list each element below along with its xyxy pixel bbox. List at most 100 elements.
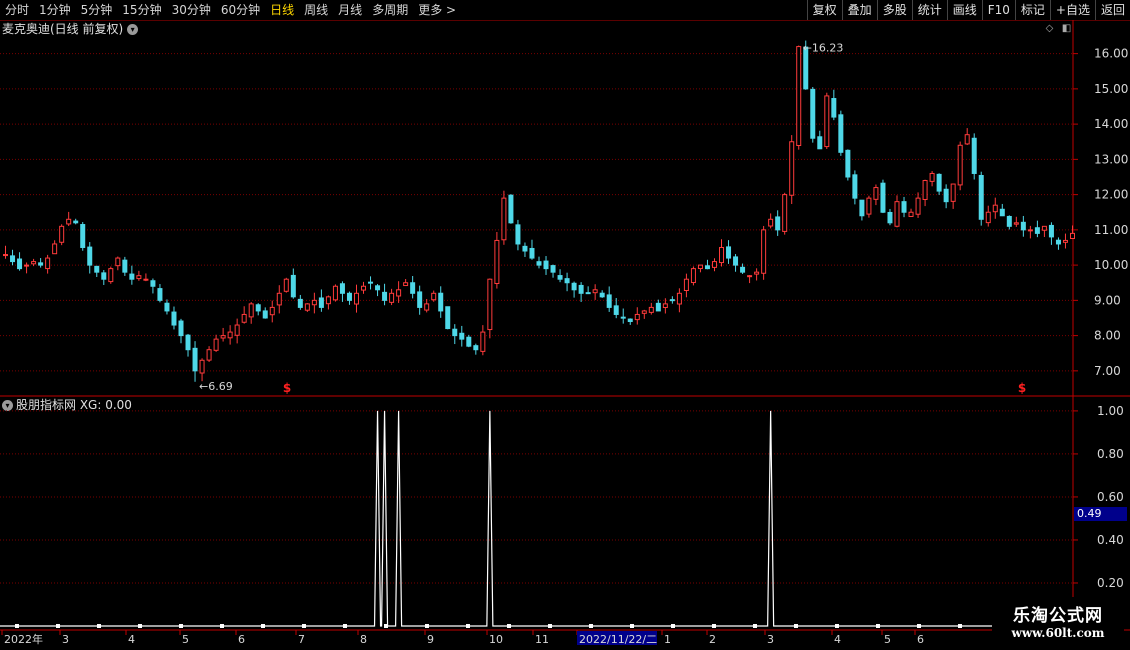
candle-body (775, 216, 781, 231)
indicator-line (0, 410, 1073, 627)
candle-body (276, 292, 282, 306)
price-tick-label: 12.00 (1094, 188, 1128, 202)
candle-body (31, 261, 37, 265)
candle-body (403, 282, 409, 287)
date-label: 8 (360, 633, 367, 646)
candle-body (690, 268, 696, 284)
dollar-marker: $ (1018, 381, 1026, 395)
candle-body (283, 278, 289, 292)
candle-body (157, 288, 163, 301)
candle-body (971, 137, 977, 174)
candle-body (704, 265, 710, 270)
date-label: 2022年 (4, 632, 43, 646)
indicator-baseline-dot (507, 624, 511, 628)
candle-body (339, 283, 345, 294)
candle-body (1034, 227, 1040, 234)
candle-body (311, 299, 317, 306)
indicator-baseline-dot (261, 624, 265, 628)
candle-body (136, 275, 142, 280)
candle-body (648, 306, 654, 313)
candle-body (676, 292, 682, 305)
candle-body (361, 285, 367, 291)
candle-body (711, 261, 717, 268)
candle-body (557, 275, 563, 280)
candle-body (859, 199, 865, 217)
candle-body (129, 273, 135, 280)
candle-body (353, 292, 359, 305)
date-label: 3 (62, 633, 69, 646)
candle-body (473, 345, 479, 351)
candle-body (838, 114, 844, 153)
candle-body (592, 289, 598, 294)
candle-body (964, 134, 970, 145)
candle-body (87, 246, 93, 266)
watermark-name: 乐淘公式网 (1013, 606, 1103, 626)
candle-body (683, 278, 689, 292)
candle-body (424, 303, 430, 311)
candle-body (66, 218, 72, 225)
candle-body (880, 182, 886, 213)
candle-body (571, 282, 577, 291)
candle-body (634, 313, 640, 321)
candle-body (564, 278, 570, 284)
date-label: 11 (535, 633, 549, 646)
indicator-series (0, 410, 1073, 628)
date-label: 6 (917, 633, 924, 646)
candle-body (389, 292, 395, 303)
candle-body (438, 292, 444, 312)
candle-body (262, 310, 268, 319)
candle-body (290, 274, 296, 298)
indicator-baseline-dot (220, 624, 224, 628)
price-tick-label: 9.00 (1094, 293, 1121, 307)
candle-body (52, 243, 58, 255)
candle-body (1020, 221, 1026, 231)
indicator-baseline-dot (384, 624, 388, 628)
indicator-baseline-dot (917, 624, 921, 628)
candle-body (108, 268, 114, 283)
candle-body (368, 281, 374, 284)
candle-body (641, 310, 647, 314)
candle-body (38, 262, 44, 266)
candle-body (59, 225, 65, 243)
price-tick-label: 14.00 (1094, 117, 1128, 131)
candle-body (943, 188, 949, 203)
indicator-baseline-dot (56, 624, 60, 628)
candle-body (150, 280, 156, 287)
chart-canvas[interactable]: 7.008.009.0010.0011.0012.0013.0014.0015.… (0, 0, 1130, 650)
indicator-baseline-dot (97, 624, 101, 628)
candle-body (824, 95, 830, 148)
date-label: 4 (128, 633, 135, 646)
indicator-tick-label: 1.00 (1097, 404, 1124, 418)
indicator-baseline-dot (138, 624, 142, 628)
candle-body (220, 335, 226, 339)
date-label: 10 (489, 633, 503, 646)
candle-body (1013, 222, 1019, 225)
candle-body (480, 331, 486, 352)
high-price-label: ←16.23 (803, 42, 844, 55)
date-label: 9 (427, 633, 434, 646)
price-tick-label: 10.00 (1094, 258, 1128, 272)
indicator-tick-label: 0.20 (1097, 576, 1124, 590)
candle-body (515, 224, 521, 245)
candle-body (957, 144, 963, 186)
candle-body (522, 245, 528, 252)
candle-body (606, 294, 612, 308)
candle-body (901, 201, 907, 213)
candle-body (550, 265, 556, 273)
candle-body (992, 204, 998, 213)
candle-body (894, 201, 900, 227)
candle-body (466, 336, 472, 347)
candle-body (754, 271, 760, 275)
candle-body (318, 297, 324, 308)
candle-body (185, 334, 191, 351)
candle-body (178, 320, 184, 337)
candle-body (929, 172, 935, 182)
candle-body (382, 291, 388, 301)
candle-body (346, 292, 352, 301)
candle-body (845, 149, 851, 178)
candle-body (1055, 239, 1061, 245)
candle-body (613, 305, 619, 315)
candle-body (10, 255, 16, 263)
candle-body (325, 296, 331, 305)
candle-body (599, 292, 605, 298)
